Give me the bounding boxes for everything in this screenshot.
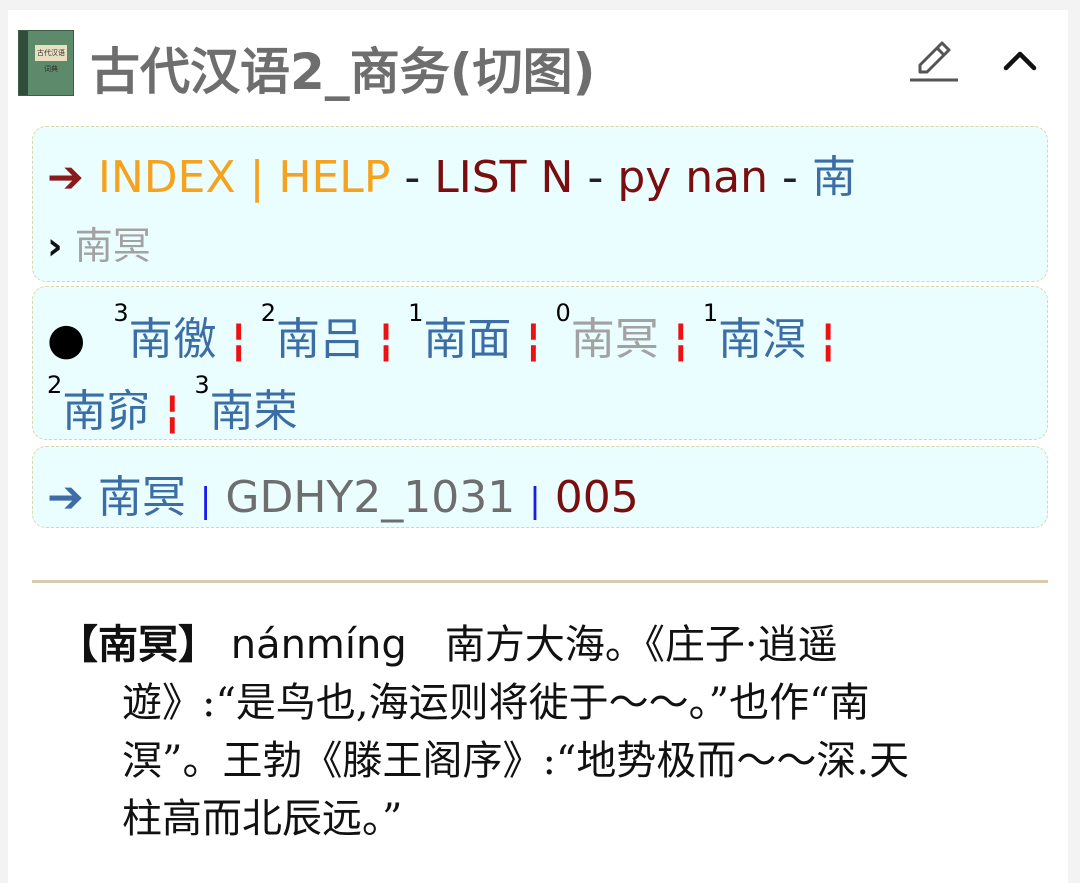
book-cover-label: 古代汉语词典 (35, 45, 67, 73)
index-link[interactable]: INDEX (98, 152, 236, 203)
definition-line-4: 柱高而北辰远。” (122, 796, 403, 842)
dictionary-book-icon: 古代汉语词典 (18, 30, 74, 96)
navigation-box: ➔ INDEX | HELP - LIST N - py nan - 南 › 南… (32, 126, 1048, 282)
definition-pinyin: nánmíng (230, 622, 407, 668)
entry-card: 古代汉语词典 古代汉语2_商务(切图) ➔ INDEX | HELP - LIS… (8, 10, 1068, 883)
related-entries-box: ● 3南徼 ¦ 2南吕 ¦ 1南面 ¦ 0南冥 ¦ 1南溟 ¦ 2南窌 ¦ 3南… (32, 286, 1048, 440)
definition-headword: 【南冥】 (58, 621, 218, 668)
bullet-icon: ● (47, 314, 86, 365)
chevron-right-icon: › (47, 224, 63, 268)
nav-dash: - (782, 152, 798, 203)
related-item[interactable]: 1南面 (408, 299, 511, 365)
pencil-icon (910, 41, 958, 82)
chevron-up-icon (1003, 51, 1037, 71)
collapse-button[interactable] (996, 36, 1044, 84)
related-item[interactable]: 3南徼 (113, 299, 216, 365)
nav-separator: | (249, 152, 265, 203)
related-separator: ¦ (230, 314, 247, 365)
nav-line: ➔ INDEX | HELP - LIST N - py nan - 南 (47, 141, 856, 205)
related-item[interactable]: 2南窌 (47, 371, 150, 437)
edit-button[interactable] (906, 32, 962, 88)
page-number-link[interactable]: 005 (555, 472, 639, 523)
related-item-current: 0南冥 (555, 299, 659, 365)
definition-line-3: 溟”。王勃《滕王阁序》:“地势极而～～深.天 (122, 738, 910, 784)
source-separator: | (199, 481, 212, 521)
nav-dash: - (404, 152, 421, 203)
head-char-link[interactable]: 南 (812, 152, 856, 203)
source-id: GDHY2_1031 (225, 472, 516, 523)
related-line-2: 2南窌 ¦ 3南荣 (47, 371, 298, 439)
entry-header: 古代汉语词典 古代汉语2_商务(切图) (8, 10, 1068, 110)
nav-arrow-icon: ➔ (47, 152, 84, 203)
source-arrow-icon: ➔ (47, 472, 84, 523)
list-link[interactable]: LIST N (434, 152, 573, 203)
related-item[interactable]: 1南溟 (703, 299, 806, 365)
pinyin-link[interactable]: py nan (617, 152, 768, 203)
related-separator: ¦ (672, 314, 689, 365)
related-item[interactable]: 2南吕 (261, 299, 364, 365)
help-link[interactable]: HELP (278, 152, 390, 203)
related-separator: ¦ (525, 314, 542, 365)
book-spine (19, 31, 28, 95)
source-separator: | (529, 481, 541, 521)
nav-dash: - (587, 152, 604, 203)
related-item[interactable]: 3南荣 (194, 371, 297, 437)
definition-line-1: 【南冥】 nánmíng 南方大海。《庄子·逍遥 (58, 616, 1038, 674)
source-word-link[interactable]: 南冥 (98, 472, 186, 523)
definition-image-text: 【南冥】 nánmíng 南方大海。《庄子·逍遥 遊》:“是鸟也,海运则将徙于～… (58, 616, 1038, 848)
current-entry: 南冥 (74, 224, 151, 268)
source-box: ➔ 南冥 | GDHY2_1031 | 005 (32, 446, 1048, 528)
definition-text: 南方大海。《庄子·逍遥 (444, 622, 838, 668)
related-line-1: ● 3南徼 ¦ 2南吕 ¦ 1南面 ¦ 0南冥 ¦ 1南溟 ¦ (47, 299, 837, 367)
definition-line-2: 遊》:“是鸟也,海运则将徙于～～。”也作“南 (122, 680, 870, 726)
related-separator: ¦ (378, 314, 395, 365)
nav-line-2: › 南冥 (47, 215, 151, 270)
dictionary-title: 古代汉语2_商务(切图) (90, 43, 596, 101)
related-separator: ¦ (820, 314, 837, 365)
related-separator: ¦ (164, 386, 181, 437)
section-divider (32, 580, 1048, 583)
source-line: ➔ 南冥 | GDHY2_1031 | 005 (47, 461, 639, 525)
